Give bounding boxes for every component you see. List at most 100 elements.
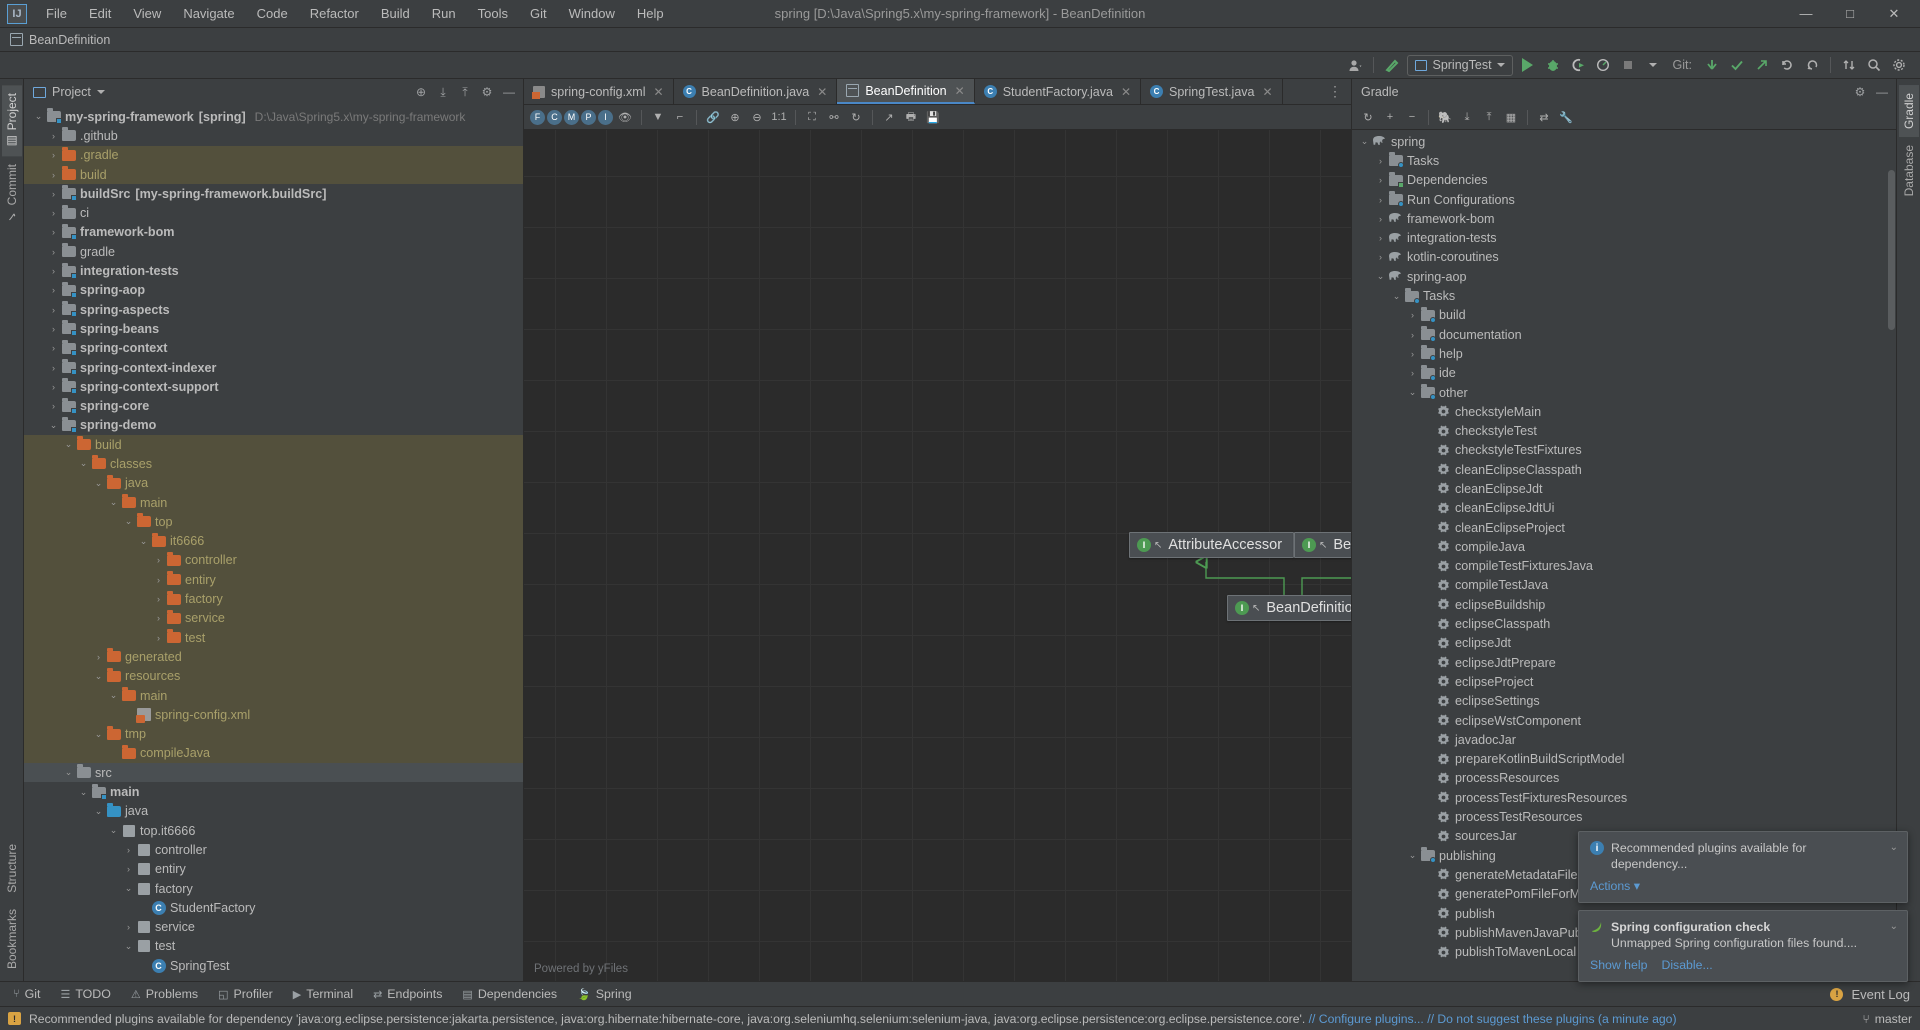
collapse-arrow-icon[interactable]: › xyxy=(1374,252,1387,262)
show-modules-icon[interactable]: ▦ xyxy=(1501,107,1521,127)
collapse-arrow-icon[interactable]: › xyxy=(47,208,60,218)
sidebar-item-bookmarks[interactable]: Bookmarks xyxy=(2,901,22,977)
editor-tab-studentfactory-java[interactable]: CStudentFactory.java✕ xyxy=(975,79,1141,104)
collapse-arrow-icon[interactable]: › xyxy=(47,305,60,315)
gradle-tree-item[interactable]: processTestFixturesResources xyxy=(1352,788,1896,807)
project-tree-item[interactable]: ⌄main xyxy=(24,493,523,512)
expand-arrow-icon[interactable]: ⌄ xyxy=(1374,271,1387,282)
project-tree-item[interactable]: ›spring-context-indexer xyxy=(24,358,523,377)
gradle-tree-item[interactable]: compileTestJava xyxy=(1352,576,1896,595)
gradle-tree-item[interactable]: eclipseWstComponent xyxy=(1352,711,1896,730)
panel-settings-icon[interactable]: ⚙ xyxy=(477,82,497,102)
editor-tab-springtest-java[interactable]: CSpringTest.java✕ xyxy=(1141,79,1283,104)
expand-arrow-icon[interactable]: ⌄ xyxy=(92,478,105,489)
execute-gradle-task-icon[interactable]: 🐘 xyxy=(1435,107,1455,127)
build-tool-settings-icon[interactable]: 🔧 xyxy=(1556,107,1576,127)
stop-icon[interactable] xyxy=(1617,54,1639,76)
project-tree-item[interactable]: ›spring-context-support xyxy=(24,377,523,396)
collapse-arrow-icon[interactable]: › xyxy=(47,227,60,237)
collapse-arrow-icon[interactable]: › xyxy=(47,363,60,373)
collapse-arrow-icon[interactable]: › xyxy=(1406,368,1419,378)
bottom-tool-window-bar[interactable]: ⑂Git☰TODO⚠Problems◱Profiler▶Terminal⇄End… xyxy=(0,981,1920,1006)
expand-arrow-icon[interactable]: ⌄ xyxy=(92,671,105,682)
fit-content-icon[interactable]: ⛶ xyxy=(802,107,822,127)
status-configure-plugins-link[interactable]: // Configure plugins... xyxy=(1309,1012,1424,1026)
editor-tab-beandefinition[interactable]: BeanDefinition✕ xyxy=(837,79,974,104)
project-tree-item[interactable]: CSpringTest xyxy=(24,956,523,975)
project-tree-item[interactable]: ⌄top xyxy=(24,512,523,531)
expand-arrow-icon[interactable]: ⌄ xyxy=(137,536,150,547)
user-account-icon[interactable] xyxy=(1344,54,1366,76)
print-icon[interactable]: 🖶 xyxy=(901,107,921,127)
collapse-arrow-icon[interactable]: › xyxy=(47,324,60,334)
hide-panel-icon[interactable]: — xyxy=(499,82,519,102)
project-tree-item[interactable]: ›spring-core xyxy=(24,396,523,415)
gradle-tree-item[interactable]: ›Dependencies xyxy=(1352,171,1896,190)
collapse-arrow-icon[interactable]: › xyxy=(1374,233,1387,243)
expand-arrow-icon[interactable]: ⌄ xyxy=(1390,291,1403,302)
collapse-arrow-icon[interactable]: › xyxy=(1374,214,1387,224)
sidebar-item-structure[interactable]: Structure xyxy=(2,836,22,901)
project-tree-item[interactable]: ›test xyxy=(24,628,523,647)
gradle-tree-item[interactable]: ›framework-bom xyxy=(1352,209,1896,228)
gradle-tree-item[interactable]: eclipseBuildship xyxy=(1352,595,1896,614)
project-tree-item[interactable]: ›service xyxy=(24,609,523,628)
event-log-label[interactable]: Event Log xyxy=(1851,987,1910,1002)
menu-navigate[interactable]: Navigate xyxy=(172,2,245,25)
project-tree-item[interactable]: ›generated xyxy=(24,647,523,666)
gradle-tree-item[interactable]: ›Tasks xyxy=(1352,151,1896,170)
toggle-offline-icon[interactable]: ⇄ xyxy=(1534,107,1554,127)
project-tree-item[interactable]: ›gradle xyxy=(24,242,523,261)
expand-arrow-icon[interactable]: ⌄ xyxy=(122,941,135,952)
project-tree-item[interactable]: ⌄it6666 xyxy=(24,532,523,551)
search-everywhere-icon[interactable] xyxy=(1863,54,1885,76)
menu-git[interactable]: Git xyxy=(519,2,558,25)
collapse-arrow-icon[interactable]: › xyxy=(1406,330,1419,340)
notification-actions-link[interactable]: Actions ▾ xyxy=(1590,879,1640,893)
expand-arrow-icon[interactable]: ⌄ xyxy=(122,883,135,894)
expand-arrow-icon[interactable]: ⌄ xyxy=(62,439,75,450)
fields-icon[interactable]: F xyxy=(530,110,545,125)
git-history-icon[interactable] xyxy=(1776,54,1798,76)
collapse-arrow-icon[interactable]: › xyxy=(47,401,60,411)
project-tree-item[interactable]: ⌄main xyxy=(24,686,523,705)
collapse-arrow-icon[interactable]: › xyxy=(1406,310,1419,320)
gradle-tree-item[interactable]: eclipseClasspath xyxy=(1352,614,1896,633)
project-tree-item[interactable]: ⌄src xyxy=(24,763,523,782)
gear-icon[interactable] xyxy=(1888,54,1910,76)
project-tree-item[interactable]: ⌄spring-demo xyxy=(24,416,523,435)
close-icon[interactable]: ✕ xyxy=(1121,85,1131,99)
menu-refactor[interactable]: Refactor xyxy=(299,2,370,25)
chevron-down-icon[interactable] xyxy=(1642,54,1664,76)
collapse-arrow-icon[interactable]: › xyxy=(92,652,105,662)
collapse-all-icon[interactable]: ⤒ xyxy=(455,82,475,102)
expand-arrow-icon[interactable]: ⌄ xyxy=(1358,136,1371,147)
close-icon[interactable]: ✕ xyxy=(653,85,663,99)
project-tree-item[interactable]: ›spring-aspects xyxy=(24,300,523,319)
expand-arrow-icon[interactable]: ⌄ xyxy=(107,825,120,836)
collapse-all-icon[interactable]: ⤒ xyxy=(1479,107,1499,127)
collapse-arrow-icon[interactable]: › xyxy=(152,613,165,623)
breadcrumb[interactable]: BeanDefinition xyxy=(29,33,110,47)
project-tree[interactable]: ⌄my-spring-framework[spring]D:\Java\Spri… xyxy=(24,105,523,981)
project-tree-item[interactable]: ›factory xyxy=(24,589,523,608)
gradle-tree-item[interactable]: compileJava xyxy=(1352,537,1896,556)
maximize-button[interactable]: □ xyxy=(1828,0,1872,27)
collapse-arrow-icon[interactable]: › xyxy=(152,575,165,585)
gradle-tree-item[interactable]: ›integration-tests xyxy=(1352,228,1896,247)
gradle-tree-item[interactable]: eclipseSettings xyxy=(1352,692,1896,711)
project-tree-item[interactable]: ⌄test xyxy=(24,937,523,956)
edge-style-icon[interactable]: ⌐ xyxy=(670,107,690,127)
project-tree-item[interactable]: ›service xyxy=(24,917,523,936)
gradle-tree-item[interactable]: ⌄spring-aop xyxy=(1352,267,1896,286)
project-tree-item[interactable]: compileJava xyxy=(24,744,523,763)
debug-icon[interactable] xyxy=(1542,54,1564,76)
sidebar-item-database[interactable]: Database xyxy=(1899,137,1919,204)
project-tree-item[interactable]: ⌄factory xyxy=(24,879,523,898)
gradle-tree-item[interactable]: ›kotlin-coroutines xyxy=(1352,248,1896,267)
expand-arrow-icon[interactable]: ⌄ xyxy=(122,516,135,527)
git-commit-icon[interactable] xyxy=(1726,54,1748,76)
notification-recommended-plugins[interactable]: ⌄ i Recommended plugins available for de… xyxy=(1578,831,1908,903)
project-tree-item[interactable]: ⌄classes xyxy=(24,454,523,473)
close-icon[interactable]: ✕ xyxy=(955,84,965,98)
